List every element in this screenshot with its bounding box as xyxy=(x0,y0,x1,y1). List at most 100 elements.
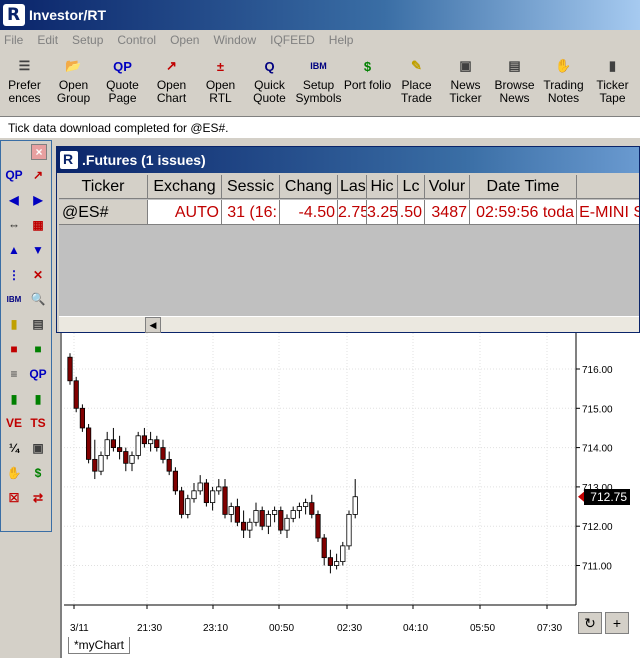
toolbar-ticker-tape-button[interactable]: ▮ Ticker Tape xyxy=(588,52,637,114)
close-box-icon[interactable]: ☒ xyxy=(2,485,26,510)
swap-icon[interactable]: ⇄ xyxy=(26,485,50,510)
menu-edit[interactable]: Edit xyxy=(37,33,58,47)
arrow-left-icon[interactable]: ◀ xyxy=(2,188,26,213)
toolbar-open-group-button[interactable]: 📂 Open Group xyxy=(49,52,98,114)
toolbar-trading-notes-button[interactable]: ✋ Trading Notes xyxy=(539,52,588,114)
x-tick-label: 23:10 xyxy=(203,623,228,634)
menu-control[interactable]: Control xyxy=(117,33,156,47)
qp-icon[interactable]: QP xyxy=(2,163,26,188)
candle-body xyxy=(123,451,129,464)
menu-bar: File Edit Setup Control Open Window IQFEED Help xyxy=(0,30,640,50)
ts-icon[interactable]: TS xyxy=(26,411,50,436)
candle-body xyxy=(315,514,321,539)
arrow-down-icon[interactable]: ▼ xyxy=(26,237,50,262)
ratio-icon[interactable]: ¼ xyxy=(2,436,26,461)
toolbar-prefer-ences-button[interactable]: ☰ Prefer ences xyxy=(0,52,49,114)
toolbar-label: Open RTL xyxy=(205,78,236,105)
hand-icon[interactable]: ✋ xyxy=(2,461,26,486)
ticker-cell[interactable]: @ES# xyxy=(59,200,148,225)
candle-body xyxy=(172,470,178,492)
toolbar-port-folio-button[interactable]: $ Port folio xyxy=(343,52,392,114)
window-logo-icon xyxy=(60,151,78,169)
database-icon[interactable]: ≡ xyxy=(2,361,26,386)
column-header[interactable]: Lc xyxy=(398,175,425,199)
line-chart-icon[interactable]: ↗ xyxy=(26,163,50,188)
candle-body xyxy=(67,356,73,382)
money-icon[interactable]: $ xyxy=(26,461,50,486)
column-header[interactable] xyxy=(577,175,639,199)
tool-palette: × QP ↗ ◀ ▶ ⇔ ▦ ▲ ▼ ⋮ ✕ IBM 🔍 ▮ ▤ ■ ■ ≡ QP ▮ ▮ VE TS ¼ ▣ ✋ $ ☒ ⇄ xyxy=(0,140,52,532)
ve-icon[interactable]: VE xyxy=(2,411,26,436)
data-cell[interactable]: AUTO xyxy=(148,200,222,225)
price-chart[interactable]: 716.00715.00714.00713.00712.00711.003/11… xyxy=(62,333,640,638)
candle-body xyxy=(191,490,197,500)
chart-tab[interactable]: *myChart xyxy=(68,637,131,654)
refresh-icon[interactable]: ↻ xyxy=(578,612,602,634)
data-cell[interactable]: -4.50 xyxy=(280,200,338,225)
scroll-left-icon[interactable]: ◀ xyxy=(145,317,161,333)
menu-open[interactable]: Open xyxy=(170,33,199,47)
toolbar-news-ticker-button[interactable]: ▣ News Ticker xyxy=(441,52,490,114)
data-cell[interactable]: 02:59:56 toda xyxy=(470,200,577,225)
magnify-icon[interactable]: 🔍 xyxy=(26,287,50,312)
last-price-badge: 712.75 xyxy=(584,488,630,505)
calculator-icon[interactable]: ▤ xyxy=(26,312,50,337)
toolbar-quick-quote-button[interactable]: Q Quick Quote xyxy=(245,52,294,114)
toolbar-open-rtl-button[interactable]: ± Open RTL xyxy=(196,52,245,114)
trash-red-icon[interactable]: ■ xyxy=(2,337,26,362)
column-header[interactable]: Date Time xyxy=(470,175,577,199)
toolbar-browse-news-button[interactable]: ▤ Browse News xyxy=(490,52,539,114)
toolbar-quote-page-button[interactable]: QP Quote Page xyxy=(98,52,147,114)
toolbar-place-trade-button[interactable]: ✎ Place Trade xyxy=(392,52,441,114)
column-header[interactable]: Chang xyxy=(280,175,338,199)
trade-pencil-icon: ✎ xyxy=(411,58,422,73)
menu-file[interactable]: File xyxy=(4,33,23,47)
arrow-up-icon[interactable]: ▲ xyxy=(2,237,26,262)
chart-window-icon[interactable]: ▦ xyxy=(26,213,50,238)
palette-close-button[interactable]: × xyxy=(31,144,47,160)
ibm-icon[interactable]: IBM xyxy=(2,287,26,312)
column-header[interactable]: Exchang xyxy=(148,175,222,199)
add-chart-icon[interactable]: + xyxy=(605,612,629,634)
column-header[interactable]: Volur xyxy=(425,175,470,199)
bar-chart-icon[interactable]: ▮ xyxy=(2,386,26,411)
qp-small-icon[interactable]: QP xyxy=(26,361,50,386)
column-header[interactable]: Sessic xyxy=(222,175,280,199)
xyz-icon[interactable]: ✕ xyxy=(26,262,50,287)
lock-icon[interactable]: ▮ xyxy=(2,312,26,337)
candle-body xyxy=(160,447,166,460)
tree-icon[interactable]: ⋮ xyxy=(2,262,26,287)
menu-window[interactable]: Window xyxy=(213,33,256,47)
menu-help[interactable]: Help xyxy=(329,33,354,47)
toolbar-setup-symbols-button[interactable]: IBM Setup Symbols xyxy=(294,52,343,114)
table-row[interactable]: @ES# AUTO 31 (16: -4.50 2.75 3.25.50 3487 02:59… xyxy=(59,200,639,225)
candle-body xyxy=(135,435,141,456)
monitor-icon[interactable]: ▣ xyxy=(26,436,50,461)
rtl-icon: ± xyxy=(216,58,225,74)
toolbar-open-chart-button[interactable]: ↗ Open Chart xyxy=(147,52,196,114)
candle-body xyxy=(296,506,302,511)
ibm-symbols-icon: IBM xyxy=(310,61,327,71)
data-cell[interactable]: 31 (16: xyxy=(222,200,280,225)
data-cell[interactable]: 3.25 xyxy=(367,200,398,225)
data-cell[interactable]: .50 xyxy=(398,200,425,225)
data-cell[interactable]: 3487 xyxy=(425,200,470,225)
bar-chart-2-icon[interactable]: ▮ xyxy=(26,386,50,411)
menu-iqfeed[interactable]: IQFEED xyxy=(270,33,315,47)
data-cell[interactable]: 2.75 xyxy=(338,200,367,225)
arrow-right-icon[interactable]: ▶ xyxy=(26,188,50,213)
column-header[interactable]: Hic xyxy=(367,175,398,199)
money-bag-icon: $ xyxy=(363,58,372,74)
candle-body xyxy=(85,427,92,460)
horizontal-scrollbar[interactable]: ◀ xyxy=(59,316,639,333)
title-bar: Investor/RT xyxy=(0,0,640,30)
futures-title-bar: .Futures (1 issues) xyxy=(57,147,639,173)
expand-horizontal-icon[interactable]: ⇔ xyxy=(2,213,26,238)
column-header[interactable]: Las xyxy=(338,175,367,199)
data-cell[interactable]: E-MINI S xyxy=(577,200,639,225)
toolbar-label: Setup Symbols xyxy=(295,78,342,105)
trash-green-icon[interactable]: ■ xyxy=(26,337,50,362)
menu-setup[interactable]: Setup xyxy=(72,33,103,47)
toolbar-label: Quote Page xyxy=(106,78,139,105)
column-header[interactable]: Ticker xyxy=(59,175,148,199)
